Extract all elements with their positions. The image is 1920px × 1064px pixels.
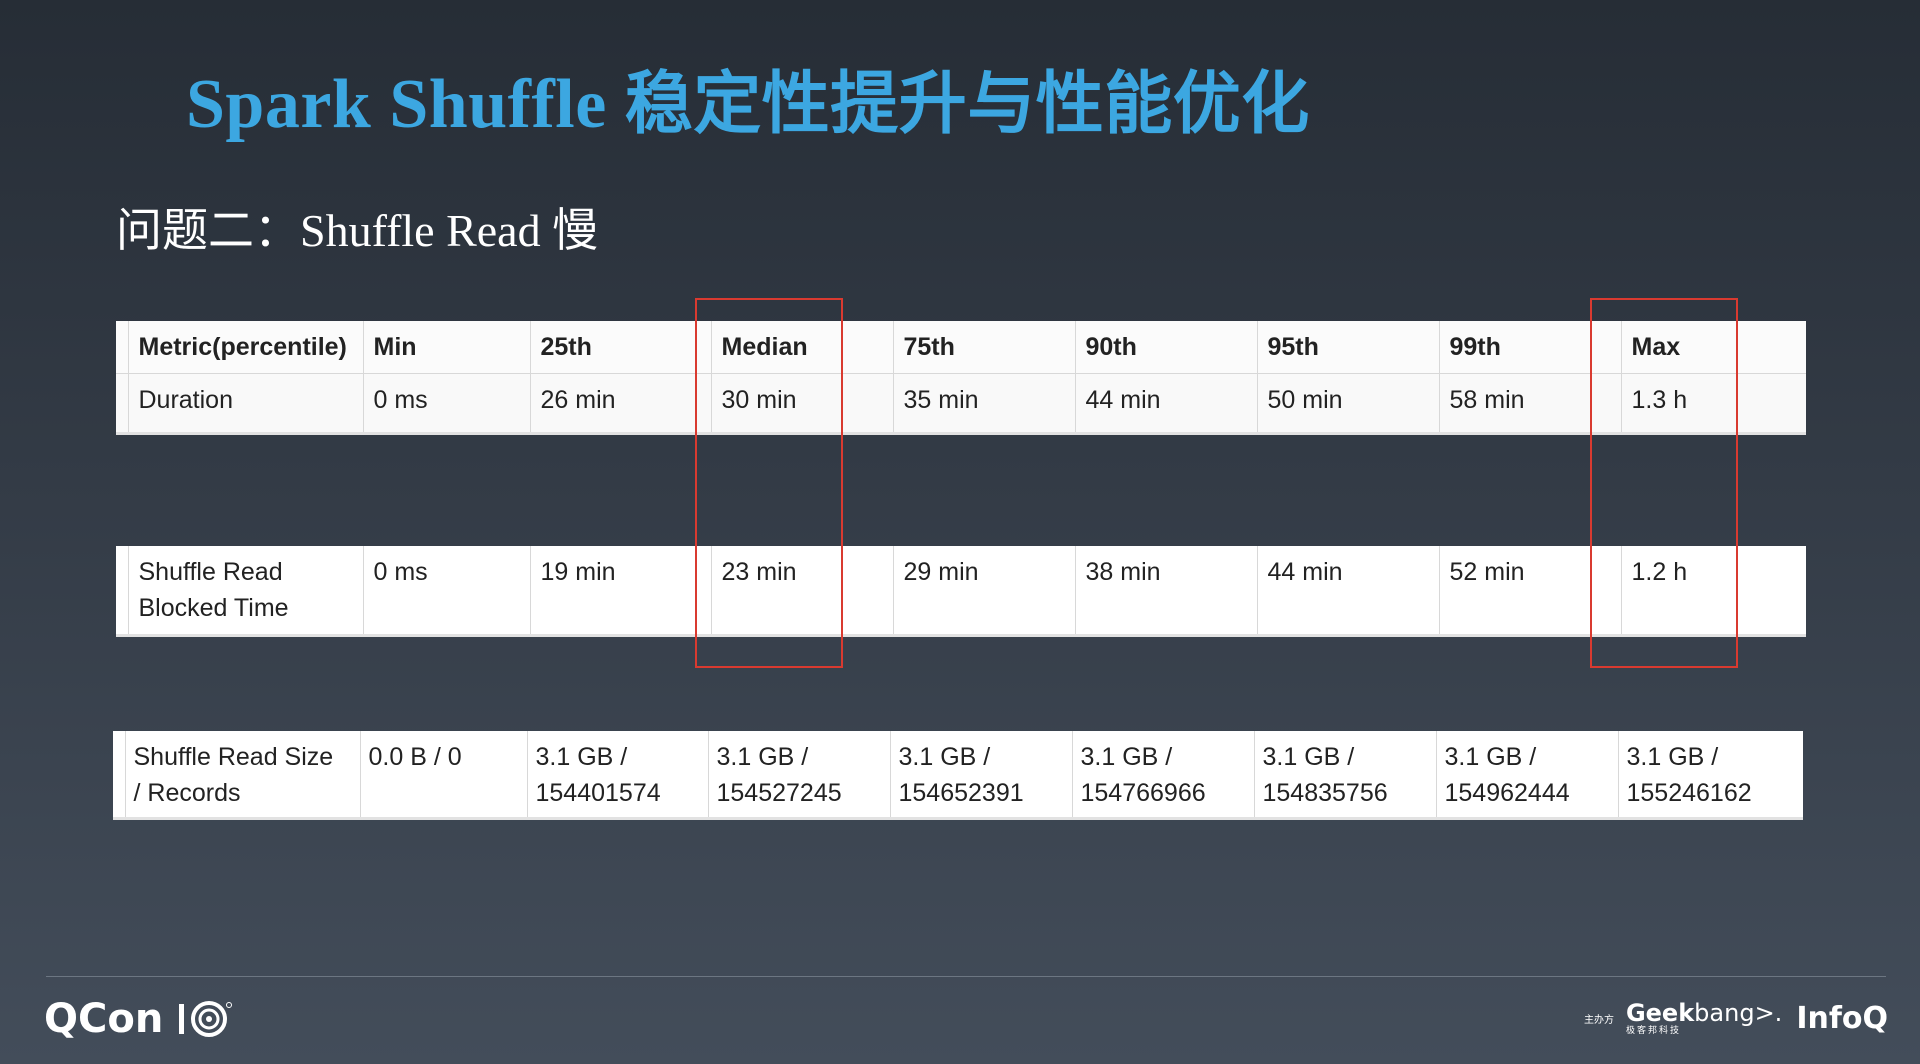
header-cell: 25th bbox=[529, 321, 711, 374]
table-row: Shuffle Read Blocked Time 0 ms 19 min 23… bbox=[116, 546, 1806, 637]
table-row: Shuffle Read Size / Records 0.0 B / 0 3.… bbox=[113, 731, 1803, 820]
table-cell: 29 min bbox=[892, 546, 1075, 637]
row-label: Shuffle Read Blocked Time bbox=[127, 546, 363, 637]
header-cell: 95th bbox=[1256, 321, 1439, 374]
table-cell: 38 min bbox=[1074, 546, 1257, 637]
row-label: Shuffle Read Size / Records bbox=[124, 731, 360, 820]
header-cell: Min bbox=[362, 321, 530, 374]
anniversary-10-icon bbox=[177, 999, 233, 1039]
table-cell: 35 min bbox=[892, 373, 1075, 435]
slide-title-cjk: 稳定性提升与性能优化 bbox=[624, 65, 1310, 144]
table-edge bbox=[116, 546, 128, 637]
geekbang-name-suffix: >. bbox=[1754, 998, 1783, 1027]
geekbang-name: Geekbang>. bbox=[1626, 1001, 1782, 1025]
table-edge bbox=[113, 731, 125, 820]
table-header-row: Metric(percentile) Min 25th Median 75th … bbox=[116, 321, 1806, 374]
table-edge bbox=[1736, 546, 1806, 637]
table-cell: 3.1 GB / 155246162 bbox=[1617, 731, 1800, 820]
geekbang-name-bold: Geek bbox=[1625, 998, 1695, 1027]
table-cell: 0 ms bbox=[362, 546, 530, 637]
header-cell: 90th bbox=[1074, 321, 1257, 374]
table-cell: 3.1 GB / 154766966 bbox=[1071, 731, 1254, 820]
max-highlight-box bbox=[1590, 298, 1738, 668]
table-edge bbox=[116, 321, 128, 374]
geekbang-name-rest: bang bbox=[1694, 998, 1755, 1027]
table-cell: 44 min bbox=[1256, 546, 1439, 637]
table-cell: 3.1 GB / 154527245 bbox=[707, 731, 890, 820]
read-size-table: Shuffle Read Size / Records 0.0 B / 0 3.… bbox=[113, 731, 1803, 820]
qcon-logo: QCon bbox=[44, 994, 233, 1044]
blocked-time-table: Shuffle Read Blocked Time 0 ms 19 min 23… bbox=[116, 546, 1806, 637]
row-label: Duration bbox=[127, 373, 363, 435]
slide-subtitle: 问题二：Shuffle Read 慢 bbox=[116, 205, 599, 256]
table-cell: 0 ms bbox=[362, 373, 530, 435]
infoq-logo: InfoQ bbox=[1796, 1000, 1888, 1036]
table-edge bbox=[1800, 731, 1803, 820]
table-edge bbox=[1736, 321, 1806, 374]
table-edge bbox=[1736, 373, 1806, 435]
sponsor-logos: 主办方 Geekbang>. 极客邦科技 InfoQ bbox=[1584, 998, 1888, 1038]
qcon-brand: QCon bbox=[44, 996, 164, 1042]
table-cell: 44 min bbox=[1074, 373, 1257, 435]
table-cell: 50 min bbox=[1256, 373, 1439, 435]
median-highlight-box bbox=[695, 298, 843, 668]
table-cell: 0.0 B / 0 bbox=[359, 731, 527, 820]
duration-table: Metric(percentile) Min 25th Median 75th … bbox=[116, 321, 1806, 435]
slide-title-latin: Spark Shuffle bbox=[186, 66, 607, 143]
table-cell: 19 min bbox=[529, 546, 711, 637]
geekbang-subtitle: 极客邦科技 bbox=[1625, 1025, 1681, 1036]
table-cell: 3.1 GB / 154962444 bbox=[1435, 731, 1618, 820]
table-cell: 26 min bbox=[529, 373, 711, 435]
header-cell: Metric(percentile) bbox=[127, 321, 363, 374]
slide-title: Spark Shuffle 稳定性提升与性能优化 bbox=[186, 48, 1310, 147]
table-cell: 3.1 GB / 154401574 bbox=[526, 731, 708, 820]
host-label: 主办方 bbox=[1583, 1014, 1614, 1026]
table-cell: 3.1 GB / 154835756 bbox=[1253, 731, 1436, 820]
footer-divider bbox=[46, 976, 1886, 977]
header-cell: 75th bbox=[892, 321, 1075, 374]
table-edge bbox=[116, 373, 128, 435]
geekbang-logo: Geekbang>. 极客邦科技 bbox=[1626, 1001, 1782, 1036]
table-cell: 3.1 GB / 154652391 bbox=[889, 731, 1072, 820]
table-row: Duration 0 ms 26 min 30 min 35 min 44 mi… bbox=[116, 373, 1806, 435]
